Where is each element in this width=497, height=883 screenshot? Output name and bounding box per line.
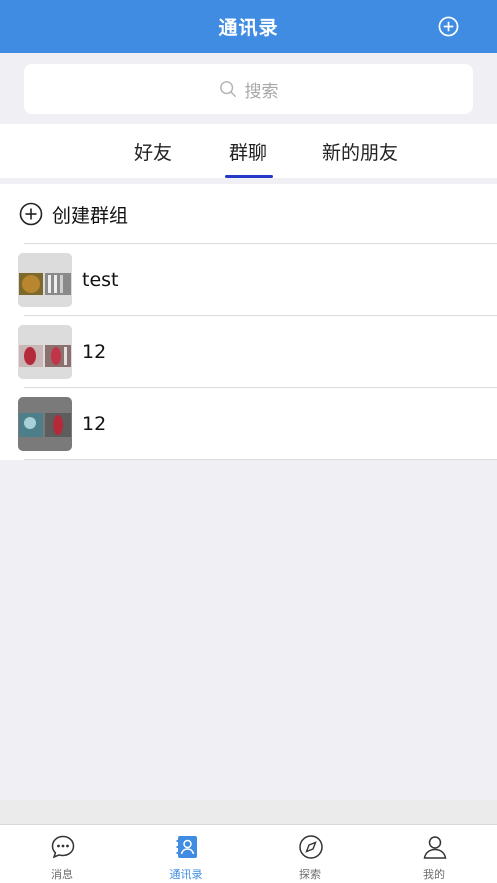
search-placeholder: 搜索 — [244, 81, 279, 102]
bottom-spacer — [0, 800, 497, 824]
tabbar-label: 通讯录 — [169, 868, 203, 881]
tab-friends[interactable]: 好友 — [122, 124, 184, 178]
create-group-label: 创建群组 — [52, 205, 129, 227]
tabbar-label: 我的 — [423, 868, 445, 881]
tabbar-label: 消息 — [51, 868, 73, 881]
active-tab-indicator — [225, 175, 273, 178]
contacts-page: 通讯录 搜索 好友 群聊 新的朋友 创建群组 test 12 12 消息 通讯录… — [0, 0, 497, 883]
chat-bubble-icon — [51, 835, 75, 859]
page-title: 通讯录 — [218, 17, 279, 39]
group-avatar — [18, 397, 72, 451]
group-name: 12 — [82, 413, 107, 435]
list-item[interactable]: 12 — [0, 388, 497, 460]
plus-circle-icon — [19, 202, 43, 226]
group-name: test — [82, 269, 119, 291]
group-avatar — [18, 253, 72, 307]
group-list: 创建群组 test 12 12 — [0, 184, 497, 460]
list-item[interactable]: test — [0, 244, 497, 316]
search-area: 搜索 — [0, 53, 497, 124]
contact-tabs: 好友 群聊 新的朋友 — [0, 124, 497, 178]
tabbar-item-explore[interactable]: 探索 — [248, 825, 372, 883]
group-avatar — [18, 325, 72, 379]
search-input[interactable]: 搜索 — [24, 64, 473, 114]
tabbar-item-me[interactable]: 我的 — [372, 825, 496, 883]
create-group-button[interactable]: 创建群组 — [0, 184, 497, 243]
search-icon — [219, 81, 236, 97]
compass-icon — [299, 835, 323, 859]
list-item[interactable]: 12 — [0, 316, 497, 388]
divider — [24, 459, 497, 460]
contacts-book-icon — [176, 836, 197, 858]
person-icon — [423, 836, 447, 859]
tabbar-item-contacts[interactable]: 通讯录 — [124, 825, 248, 883]
tab-groups[interactable]: 群聊 — [220, 124, 276, 178]
tab-new-friends[interactable]: 新的朋友 — [312, 124, 408, 178]
header-bar: 通讯录 — [0, 0, 497, 53]
group-name: 12 — [82, 341, 107, 363]
bottom-tab-bar: 消息 通讯录 探索 我的 — [0, 824, 497, 883]
plus-circle-icon[interactable] — [438, 16, 459, 37]
tabbar-item-messages[interactable]: 消息 — [0, 825, 124, 883]
tabbar-label: 探索 — [299, 868, 321, 881]
